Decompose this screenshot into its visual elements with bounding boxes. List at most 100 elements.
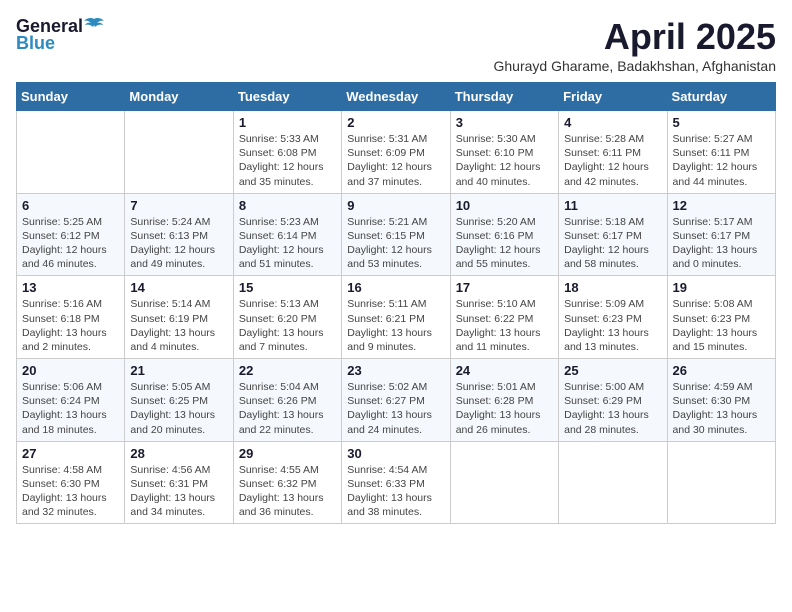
calendar-cell <box>559 441 667 524</box>
calendar-cell: 25 Sunrise: 5:00 AM Sunset: 6:29 PM Dayli… <box>559 359 667 442</box>
day-info: Sunrise: 4:58 AM Sunset: 6:30 PM Dayligh… <box>22 463 119 520</box>
calendar-cell: 15 Sunrise: 5:13 AM Sunset: 6:20 PM Dayli… <box>233 276 341 359</box>
calendar-cell: 14 Sunrise: 5:14 AM Sunset: 6:19 PM Dayli… <box>125 276 233 359</box>
day-info: Sunrise: 5:25 AM Sunset: 6:12 PM Dayligh… <box>22 215 119 272</box>
day-number: 1 <box>239 115 336 130</box>
day-number: 5 <box>673 115 770 130</box>
calendar-cell: 17 Sunrise: 5:10 AM Sunset: 6:22 PM Dayli… <box>450 276 558 359</box>
day-number: 27 <box>22 446 119 461</box>
day-number: 2 <box>347 115 444 130</box>
day-number: 8 <box>239 198 336 213</box>
calendar-cell: 13 Sunrise: 5:16 AM Sunset: 6:18 PM Dayli… <box>17 276 125 359</box>
day-info: Sunrise: 5:21 AM Sunset: 6:15 PM Dayligh… <box>347 215 444 272</box>
day-info: Sunrise: 4:54 AM Sunset: 6:33 PM Dayligh… <box>347 463 444 520</box>
calendar-cell: 18 Sunrise: 5:09 AM Sunset: 6:23 PM Dayli… <box>559 276 667 359</box>
calendar-cell: 8 Sunrise: 5:23 AM Sunset: 6:14 PM Daylig… <box>233 193 341 276</box>
day-number: 14 <box>130 280 227 295</box>
calendar-cell: 5 Sunrise: 5:27 AM Sunset: 6:11 PM Daylig… <box>667 111 775 194</box>
day-number: 30 <box>347 446 444 461</box>
calendar-cell: 24Sunrise: 5:01 AM Sunset: 6:28 PM Dayli… <box>450 359 558 442</box>
calendar-week-row: 27 Sunrise: 4:58 AM Sunset: 6:30 PM Dayli… <box>17 441 776 524</box>
calendar-cell: 23 Sunrise: 5:02 AM Sunset: 6:27 PM Dayli… <box>342 359 450 442</box>
calendar-cell: 4 Sunrise: 5:28 AM Sunset: 6:11 PM Daylig… <box>559 111 667 194</box>
day-info: Sunrise: 5:09 AM Sunset: 6:23 PM Dayligh… <box>564 297 661 354</box>
calendar-cell: 29 Sunrise: 4:55 AM Sunset: 6:32 PM Dayli… <box>233 441 341 524</box>
calendar-cell: 27 Sunrise: 4:58 AM Sunset: 6:30 PM Dayli… <box>17 441 125 524</box>
day-number: 7 <box>130 198 227 213</box>
day-info: Sunrise: 5:08 AM Sunset: 6:23 PM Dayligh… <box>673 297 770 354</box>
calendar-week-row: 20 Sunrise: 5:06 AM Sunset: 6:24 PM Dayli… <box>17 359 776 442</box>
day-info: Sunrise: 5:10 AM Sunset: 6:22 PM Dayligh… <box>456 297 553 354</box>
day-info: Sunrise: 5:24 AM Sunset: 6:13 PM Dayligh… <box>130 215 227 272</box>
day-info: Sunrise: 5:33 AM Sunset: 6:08 PM Dayligh… <box>239 132 336 189</box>
day-info: Sunrise: 5:23 AM Sunset: 6:14 PM Dayligh… <box>239 215 336 272</box>
weekday-header: Friday <box>559 83 667 111</box>
day-number: 9 <box>347 198 444 213</box>
calendar-week-row: 6 Sunrise: 5:25 AM Sunset: 6:12 PM Daylig… <box>17 193 776 276</box>
day-number: 23 <box>347 363 444 378</box>
calendar-cell: 12Sunrise: 5:17 AM Sunset: 6:17 PM Dayli… <box>667 193 775 276</box>
day-info: Sunrise: 5:17 AM Sunset: 6:17 PM Dayligh… <box>673 215 770 272</box>
day-number: 20 <box>22 363 119 378</box>
day-info: Sunrise: 5:14 AM Sunset: 6:19 PM Dayligh… <box>130 297 227 354</box>
day-info: Sunrise: 5:31 AM Sunset: 6:09 PM Dayligh… <box>347 132 444 189</box>
day-number: 28 <box>130 446 227 461</box>
logo-blue-text: Blue <box>16 33 55 54</box>
calendar-cell: 3Sunrise: 5:30 AM Sunset: 6:10 PM Daylig… <box>450 111 558 194</box>
day-info: Sunrise: 5:16 AM Sunset: 6:18 PM Dayligh… <box>22 297 119 354</box>
day-number: 26 <box>673 363 770 378</box>
day-number: 22 <box>239 363 336 378</box>
calendar-week-row: 1 Sunrise: 5:33 AM Sunset: 6:08 PM Daylig… <box>17 111 776 194</box>
day-number: 17 <box>456 280 553 295</box>
day-number: 15 <box>239 280 336 295</box>
day-number: 18 <box>564 280 661 295</box>
weekday-header: Monday <box>125 83 233 111</box>
day-info: Sunrise: 5:06 AM Sunset: 6:24 PM Dayligh… <box>22 380 119 437</box>
calendar-cell: 1 Sunrise: 5:33 AM Sunset: 6:08 PM Daylig… <box>233 111 341 194</box>
day-info: Sunrise: 5:11 AM Sunset: 6:21 PM Dayligh… <box>347 297 444 354</box>
calendar-cell: 30 Sunrise: 4:54 AM Sunset: 6:33 PM Dayli… <box>342 441 450 524</box>
calendar-cell: 6 Sunrise: 5:25 AM Sunset: 6:12 PM Daylig… <box>17 193 125 276</box>
day-number: 29 <box>239 446 336 461</box>
day-info: Sunrise: 5:27 AM Sunset: 6:11 PM Dayligh… <box>673 132 770 189</box>
location-title: Ghurayd Gharame, Badakhshan, Afghanistan <box>493 58 776 74</box>
day-info: Sunrise: 4:55 AM Sunset: 6:32 PM Dayligh… <box>239 463 336 520</box>
calendar-cell: 20 Sunrise: 5:06 AM Sunset: 6:24 PM Dayli… <box>17 359 125 442</box>
day-number: 4 <box>564 115 661 130</box>
calendar-cell: 19 Sunrise: 5:08 AM Sunset: 6:23 PM Dayli… <box>667 276 775 359</box>
calendar-cell: 16 Sunrise: 5:11 AM Sunset: 6:21 PM Dayli… <box>342 276 450 359</box>
day-number: 21 <box>130 363 227 378</box>
day-number: 16 <box>347 280 444 295</box>
weekday-header: Wednesday <box>342 83 450 111</box>
weekday-header: Saturday <box>667 83 775 111</box>
day-number: 3 <box>456 115 553 130</box>
day-number: 13 <box>22 280 119 295</box>
calendar-week-row: 13 Sunrise: 5:16 AM Sunset: 6:18 PM Dayli… <box>17 276 776 359</box>
day-info: Sunrise: 4:56 AM Sunset: 6:31 PM Dayligh… <box>130 463 227 520</box>
day-info: Sunrise: 5:13 AM Sunset: 6:20 PM Dayligh… <box>239 297 336 354</box>
logo: General Blue <box>16 16 104 54</box>
day-number: 11 <box>564 198 661 213</box>
day-number: 24 <box>456 363 553 378</box>
day-number: 10 <box>456 198 553 213</box>
calendar-cell: 28 Sunrise: 4:56 AM Sunset: 6:31 PM Dayli… <box>125 441 233 524</box>
weekday-header: Sunday <box>17 83 125 111</box>
day-info: Sunrise: 5:00 AM Sunset: 6:29 PM Dayligh… <box>564 380 661 437</box>
day-info: Sunrise: 5:18 AM Sunset: 6:17 PM Dayligh… <box>564 215 661 272</box>
logo-bird-icon <box>84 17 104 33</box>
calendar-cell <box>125 111 233 194</box>
calendar-cell: 7 Sunrise: 5:24 AM Sunset: 6:13 PM Daylig… <box>125 193 233 276</box>
day-info: Sunrise: 5:02 AM Sunset: 6:27 PM Dayligh… <box>347 380 444 437</box>
weekday-header-row: SundayMondayTuesdayWednesdayThursdayFrid… <box>17 83 776 111</box>
day-number: 25 <box>564 363 661 378</box>
calendar-cell: 9 Sunrise: 5:21 AM Sunset: 6:15 PM Daylig… <box>342 193 450 276</box>
calendar-cell: 10Sunrise: 5:20 AM Sunset: 6:16 PM Dayli… <box>450 193 558 276</box>
calendar-table: SundayMondayTuesdayWednesdayThursdayFrid… <box>16 82 776 524</box>
day-info: Sunrise: 5:28 AM Sunset: 6:11 PM Dayligh… <box>564 132 661 189</box>
day-number: 6 <box>22 198 119 213</box>
day-number: 19 <box>673 280 770 295</box>
title-block: April 2025 Ghurayd Gharame, Badakhshan, … <box>493 16 776 74</box>
day-info: Sunrise: 5:05 AM Sunset: 6:25 PM Dayligh… <box>130 380 227 437</box>
calendar-cell: 26Sunrise: 4:59 AM Sunset: 6:30 PM Dayli… <box>667 359 775 442</box>
calendar-cell: 21 Sunrise: 5:05 AM Sunset: 6:25 PM Dayli… <box>125 359 233 442</box>
